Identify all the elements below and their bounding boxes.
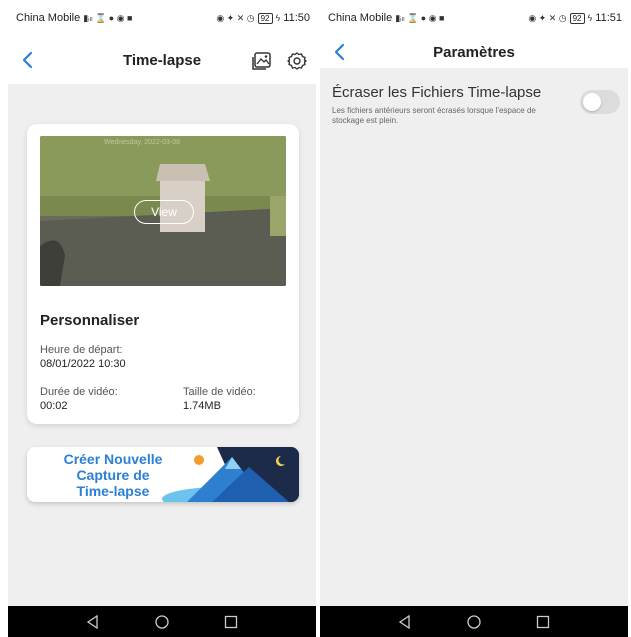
clock: 11:51 [595,12,622,24]
size-label: Taille de vidéo: [183,386,256,398]
overwrite-toggle[interactable] [580,90,620,114]
time-lapse-card: Wednesday, 2022-03-08 View Personnaliser… [27,124,299,424]
gallery-icon [252,52,271,70]
circle-home-icon [155,614,169,629]
create-time-lapse-label: Créer Nouvelle Capture de Time-lapse [63,451,163,499]
nav-back-button[interactable] [395,612,415,632]
triangle-back-icon [398,614,410,629]
size-value: 1.74MB [183,400,221,412]
circle-home-icon [467,614,481,629]
duration-value: 00:02 [40,400,68,412]
clock: 11:50 [283,12,310,24]
charging-icon: ϟ [275,13,281,23]
overwrite-setting-row: Écraser les Fichiers Time-lapse Les fich… [320,84,628,136]
settings-button[interactable] [286,50,308,72]
card-title: Personnaliser [40,312,140,329]
square-recent-icon [537,615,550,628]
status-icons: ◉ ✦ ✕ ◷ [216,12,255,23]
back-button[interactable] [14,46,40,74]
duration-label: Durée de vidéo: [40,386,118,398]
view-button[interactable]: View [134,200,194,224]
create-time-lapse-button[interactable]: Créer Nouvelle Capture de Time-lapse [27,447,299,502]
triangle-back-icon [86,614,98,629]
square-recent-icon [225,615,238,628]
app-header: Time-lapse [8,36,316,84]
video-thumbnail[interactable]: Wednesday, 2022-03-08 View [40,136,286,286]
gear-icon [287,52,307,70]
nav-recent-button[interactable] [221,612,241,632]
start-time-label: Heure de départ: [40,344,123,356]
signal-icon: ▮ᵢₗₗ ⌛ ● ◉ ■ [395,12,445,23]
signal-icon: ▮ᵢₗₗ ⌛ ● ◉ ■ [83,12,133,23]
setting-title: Écraser les Fichiers Time-lapse [332,84,542,101]
battery-icon: 92 [257,12,273,24]
back-button[interactable] [326,38,352,66]
time-lapse-screen: China Mobile ▮ᵢₗₗ ⌛ ● ◉ ■ ◉ ✦ ✕ ◷ 92 ϟ 1… [8,0,316,637]
app-header: Paramètres [320,36,628,68]
nav-home-button[interactable] [464,612,484,632]
thumbnail-timestamp: Wednesday, 2022-03-08 [104,139,181,146]
start-time-value: 08/01/2022 10:30 [40,358,126,370]
page-title: Paramètres [433,43,515,61]
carrier-label: China Mobile [328,12,393,24]
battery-icon: 92 [569,12,585,24]
toggle-knob [583,93,601,111]
system-nav-bar [8,606,316,637]
chevron-left-icon [334,43,345,61]
system-nav-bar [320,606,628,637]
status-bar: China Mobile ▮ᵢₗₗ ⌛ ● ◉ ■ ◉ ✦ ✕ ◷ 92 ϟ 1… [8,0,316,36]
nav-back-button[interactable] [83,612,103,632]
gallery-button[interactable] [251,50,273,72]
carrier-label: China Mobile [16,12,81,24]
status-icons: ◉ ✦ ✕ ◷ [528,12,567,23]
nav-recent-button[interactable] [533,612,553,632]
setting-description: Les fichiers antérieurs seront écrasés l… [332,106,536,125]
status-bar: China Mobile ▮ᵢₗₗ ⌛ ● ◉ ■ ◉ ✦ ✕ ◷ 92 ϟ 1… [320,0,628,36]
settings-screen: China Mobile ▮ᵢₗₗ ⌛ ● ◉ ■ ◉ ✦ ✕ ◷ 92 ϟ 1… [320,0,628,637]
nav-home-button[interactable] [152,612,172,632]
charging-icon: ϟ [587,13,593,23]
chevron-left-icon [22,51,33,69]
